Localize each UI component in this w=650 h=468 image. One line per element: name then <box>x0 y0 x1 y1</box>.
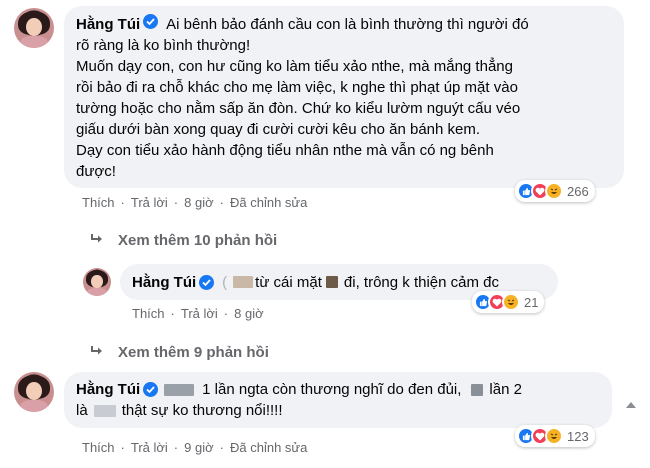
avatar[interactable] <box>83 268 111 296</box>
comment-text: là <box>76 402 88 419</box>
reaction-count: 123 <box>567 428 589 444</box>
reaction-count: 21 <box>524 294 539 310</box>
comment-text-line: Muốn dạy con, con hư cũng ko làm tiểu xả… <box>76 58 513 75</box>
verified-badge-icon <box>143 14 159 29</box>
censored-image <box>164 383 195 396</box>
censored-image <box>93 404 116 417</box>
comment-text-line: giấu dưới bàn xong quay đi cười cười kêu… <box>76 121 481 138</box>
edited-label[interactable]: Đã chỉnh sửa <box>230 195 307 210</box>
like-link[interactable]: Thích <box>82 440 115 455</box>
haha-reaction-icon <box>545 182 563 200</box>
reply-link[interactable]: Trả lời <box>131 195 168 210</box>
reply-link[interactable]: Trả lời <box>131 440 168 455</box>
avatar[interactable] <box>14 8 54 48</box>
verified-badge-icon <box>199 274 215 290</box>
comment-text-line: tường hoặc cho nằm sấp ăn đòn. Chứ ko ki… <box>76 100 521 117</box>
haha-reaction-icon <box>502 293 520 311</box>
view-more-replies-label: Xem thêm 10 phản hồi <box>118 232 278 249</box>
comment-text-line: Dạy con tiểu xảo hành động tiểu nhân nth… <box>76 142 494 159</box>
reply-arrow-icon <box>90 344 104 361</box>
comment-text-line: rõ ràng là ko bình thường! <box>76 37 251 54</box>
avatar[interactable] <box>14 372 54 412</box>
timestamp[interactable]: 8 giờ <box>234 306 264 321</box>
reaction-count: 266 <box>567 183 589 199</box>
reply-link[interactable]: Trả lời <box>181 306 218 321</box>
view-more-replies[interactable]: Xem thêm 9 phản hồi <box>90 344 269 361</box>
scroll-up-icon[interactable] <box>626 402 636 408</box>
reply-text: đi, trông k thiện cảm đc <box>343 273 499 291</box>
comment-text-line: được! <box>76 163 116 180</box>
censored-image <box>233 276 254 288</box>
comment-text-line: rồi bảo đi ra chỗ khác cho mẹ làm việc, … <box>76 79 518 96</box>
reply-text: từ cái mặt <box>255 273 322 291</box>
reaction-summary[interactable]: 21 <box>472 291 545 313</box>
view-more-replies-label: Xem thêm 9 phản hồi <box>118 344 269 361</box>
timestamp[interactable]: 8 giờ <box>184 195 214 210</box>
reply-actions: Thích · Trả lời · 8 giờ <box>132 306 264 321</box>
reaction-summary[interactable]: 123 <box>515 425 595 447</box>
timestamp[interactable]: 9 giờ <box>184 440 214 455</box>
comment-actions: Thích · Trả lời · 9 giờ · Đã chỉnh sửa <box>82 440 308 455</box>
comment-text: lần 2 <box>489 381 522 398</box>
comment-bubble: Hằng Túi 1 lần ngta còn thương nghĩ do đ… <box>64 372 612 428</box>
like-link[interactable]: Thích <box>132 306 165 321</box>
comment-text-line: Ai bênh bảo đánh cầu con là bình thường … <box>166 16 529 33</box>
reply-author[interactable]: Hằng Túi <box>132 274 196 291</box>
comment-author[interactable]: Hằng Túi <box>76 381 140 398</box>
edited-label[interactable]: Đã chỉnh sửa <box>230 440 307 455</box>
verified-badge-icon <box>143 382 159 397</box>
comment-text: 1 lần ngta còn thương nghĩ do đen đủi, <box>202 381 462 398</box>
view-more-replies[interactable]: Xem thêm 10 phản hồi <box>90 232 277 249</box>
comment-bubble: Hằng Túi Ai bênh bảo đánh cầu con là bìn… <box>64 6 624 188</box>
comment-author[interactable]: Hằng Túi <box>76 16 140 33</box>
like-link[interactable]: Thích <box>82 195 115 210</box>
censored-image <box>471 383 484 396</box>
comment-actions: Thích · Trả lời · 8 giờ · Đã chỉnh sửa <box>82 195 308 210</box>
comment-text: thật sự ko thương nổi!!!! <box>121 402 283 419</box>
censored-image <box>325 276 338 288</box>
haha-reaction-icon <box>545 427 563 445</box>
reply-arrow-icon <box>90 232 104 249</box>
reaction-summary[interactable]: 266 <box>515 180 595 202</box>
